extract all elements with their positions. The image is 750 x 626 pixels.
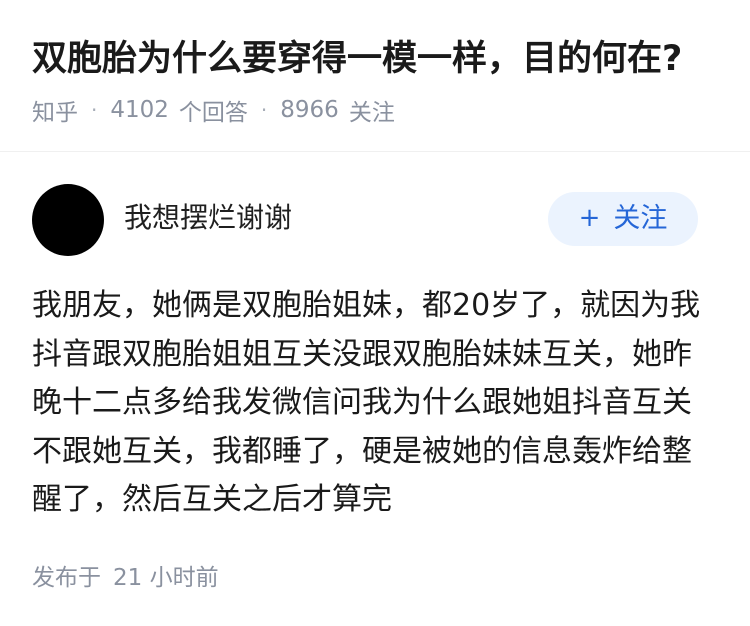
follow-button[interactable]: + 关注 [548,192,698,246]
question-meta: 知乎 · 4102 个回答 · 8966 关注 [32,92,395,128]
question-header: 双胞胎为什么要穿得一模一样，目的何在? 知乎 · 4102 个回答 · 8966… [0,0,750,152]
answer-content: 我朋友，她俩是双胞胎姐妹，都20岁了，就因为我 抖音跟双胞胎姐姐互关没跟双胞胎妹… [32,282,718,525]
avatar[interactable] [32,184,104,256]
answer-text-line: 不跟她互关，我都睡了，硬是被她的信息轰炸给整 [32,433,692,469]
answer-author-row: 我想摆烂谢谢 + 关注 [32,184,698,258]
publish-relative-time: 21 小时前 [113,565,219,591]
answer-count-label[interactable]: 个回答 [179,93,248,127]
answer-text-line: 醒了，然后互关之后才算完 [32,482,392,517]
meta-separator: · [260,98,268,122]
answer-count[interactable]: 4102 [110,97,169,123]
source-name[interactable]: 知乎 [32,93,78,127]
question-title[interactable]: 双胞胎为什么要穿得一模一样，目的何在? [32,33,682,85]
publish-prefix: 发布于 [32,565,101,591]
follower-count[interactable]: 8966 [280,97,339,123]
answer-text-line: 抖音跟双胞胎姐姐互关没跟双胞胎妹妹互关，她昨 [32,336,692,372]
follower-count-label[interactable]: 关注 [349,93,395,127]
answer-text-line: 晚十二点多给我发微信问我为什么跟她姐抖音互关 [32,385,692,420]
meta-separator: · [91,98,98,122]
answer-page: 双胞胎为什么要穿得一模一样，目的何在? 知乎 · 4102 个回答 · 8966… [0,0,750,626]
follow-button-label: 关注 [613,203,668,234]
author-name[interactable]: 我想摆烂谢谢 [124,198,292,238]
plus-icon: + [578,203,601,233]
answer-text-line: 我朋友，她俩是双胞胎姐妹，都20岁了，就因为我 [32,288,701,323]
publish-time: 发布于 21 小时前 [32,557,219,593]
